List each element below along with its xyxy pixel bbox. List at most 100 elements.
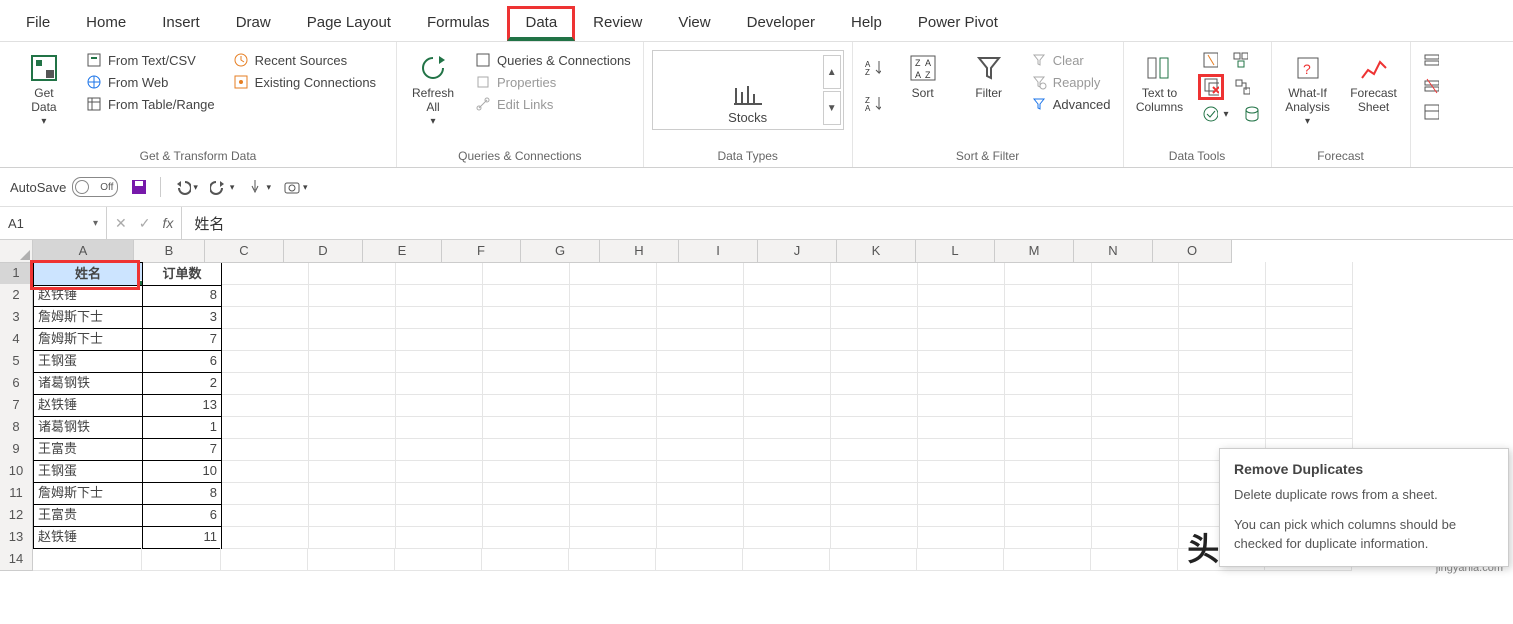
cell-K11[interactable] [918, 482, 1005, 505]
cell-I11[interactable] [744, 482, 831, 505]
flash-fill-button[interactable] [1198, 50, 1222, 70]
col-head-L[interactable]: L [916, 240, 995, 263]
camera-button[interactable]: ▾ [283, 178, 308, 196]
cell-A1[interactable]: 姓名 [33, 262, 143, 286]
row-head-6[interactable]: 6 [0, 372, 33, 395]
gallery-down-button[interactable]: ▼ [823, 91, 841, 125]
cell-B9[interactable]: 7 [143, 438, 222, 461]
cell-I3[interactable] [744, 306, 831, 329]
cell-J5[interactable] [831, 350, 918, 373]
cell-J3[interactable] [831, 306, 918, 329]
cell-B4[interactable]: 7 [143, 328, 222, 351]
cell-E3[interactable] [396, 306, 483, 329]
cell-H6[interactable] [657, 372, 744, 395]
col-head-E[interactable]: E [363, 240, 442, 263]
cell-A7[interactable]: 赵铁锤 [33, 394, 143, 417]
cell-J2[interactable] [831, 284, 918, 307]
cell-L10[interactable] [1005, 460, 1092, 483]
col-head-J[interactable]: J [758, 240, 837, 263]
cell-F10[interactable] [483, 460, 570, 483]
cell-B8[interactable]: 1 [143, 416, 222, 439]
cell-H8[interactable] [657, 416, 744, 439]
filter-button[interactable]: Filter [961, 50, 1017, 102]
cell-F4[interactable] [483, 328, 570, 351]
cell-A5[interactable]: 王钢蛋 [33, 350, 143, 373]
reapply-button[interactable]: Reapply [1027, 72, 1115, 92]
cell-I14[interactable] [743, 548, 830, 571]
from-web-button[interactable]: From Web [82, 72, 219, 92]
cell-G4[interactable] [570, 328, 657, 351]
advanced-filter-button[interactable]: Advanced [1027, 94, 1115, 114]
cell-K1[interactable] [918, 262, 1005, 285]
edit-links-button[interactable]: Edit Links [471, 94, 635, 114]
cell-E2[interactable] [396, 284, 483, 307]
cell-J8[interactable] [831, 416, 918, 439]
get-data-button[interactable]: Get Data ▾ [16, 50, 72, 129]
col-head-N[interactable]: N [1074, 240, 1153, 263]
cell-F1[interactable] [483, 262, 570, 285]
cell-C1[interactable] [222, 262, 309, 285]
cell-O5[interactable] [1266, 350, 1353, 373]
cell-K5[interactable] [918, 350, 1005, 373]
name-box[interactable]: A1 ▾ [0, 207, 107, 239]
remove-duplicates-button[interactable] [1198, 74, 1224, 100]
cell-J4[interactable] [831, 328, 918, 351]
cell-K7[interactable] [918, 394, 1005, 417]
cell-J10[interactable] [831, 460, 918, 483]
cell-B2[interactable]: 8 [143, 284, 222, 307]
select-all-corner[interactable] [0, 240, 33, 263]
gallery-up-button[interactable]: ▲ [823, 55, 841, 89]
cell-F7[interactable] [483, 394, 570, 417]
cell-I1[interactable] [744, 262, 831, 285]
cell-O1[interactable] [1266, 262, 1353, 285]
cell-M9[interactable] [1092, 438, 1179, 461]
properties-button[interactable]: Properties [471, 72, 635, 92]
refresh-all-button[interactable]: Refresh All ▾ [405, 50, 461, 129]
cell-B5[interactable]: 6 [143, 350, 222, 373]
cell-B3[interactable]: 3 [143, 306, 222, 329]
col-head-F[interactable]: F [442, 240, 521, 263]
cell-K13[interactable] [918, 526, 1005, 549]
menu-draw[interactable]: Draw [218, 6, 289, 41]
cell-D3[interactable] [309, 306, 396, 329]
row-head-2[interactable]: 2 [0, 284, 33, 307]
row-head-14[interactable]: 14 [0, 548, 33, 571]
cell-A13[interactable]: 赵铁锤 [33, 526, 143, 549]
menu-home[interactable]: Home [68, 6, 144, 41]
cell-I13[interactable] [744, 526, 831, 549]
cell-C3[interactable] [222, 306, 309, 329]
menu-power-pivot[interactable]: Power Pivot [900, 6, 1016, 41]
cell-J11[interactable] [831, 482, 918, 505]
cell-G14[interactable] [569, 548, 656, 571]
cell-F8[interactable] [483, 416, 570, 439]
cell-A6[interactable]: 诸葛钢铁 [33, 372, 143, 395]
col-head-G[interactable]: G [521, 240, 600, 263]
menu-file[interactable]: File [8, 6, 68, 41]
cell-C6[interactable] [222, 372, 309, 395]
cell-H1[interactable] [657, 262, 744, 285]
cell-D8[interactable] [309, 416, 396, 439]
cell-N4[interactable] [1179, 328, 1266, 351]
cell-E5[interactable] [396, 350, 483, 373]
from-text-csv-button[interactable]: From Text/CSV [82, 50, 219, 70]
cell-D4[interactable] [309, 328, 396, 351]
cell-E12[interactable] [396, 504, 483, 527]
cell-E14[interactable] [395, 548, 482, 571]
cell-B10[interactable]: 10 [143, 460, 222, 483]
cell-K12[interactable] [918, 504, 1005, 527]
cell-M7[interactable] [1092, 394, 1179, 417]
cell-O3[interactable] [1266, 306, 1353, 329]
cell-A3[interactable]: 詹姆斯下士 [33, 306, 143, 329]
cell-D6[interactable] [309, 372, 396, 395]
cell-D5[interactable] [309, 350, 396, 373]
row-head-13[interactable]: 13 [0, 526, 33, 549]
cell-D14[interactable] [308, 548, 395, 571]
cell-D10[interactable] [309, 460, 396, 483]
cell-A9[interactable]: 王富贵 [33, 438, 143, 461]
clear-filter-button[interactable]: Clear [1027, 50, 1115, 70]
cell-K8[interactable] [918, 416, 1005, 439]
sort-za-button[interactable]: ZA [861, 93, 885, 113]
cell-M8[interactable] [1092, 416, 1179, 439]
menu-help[interactable]: Help [833, 6, 900, 41]
cell-D11[interactable] [309, 482, 396, 505]
